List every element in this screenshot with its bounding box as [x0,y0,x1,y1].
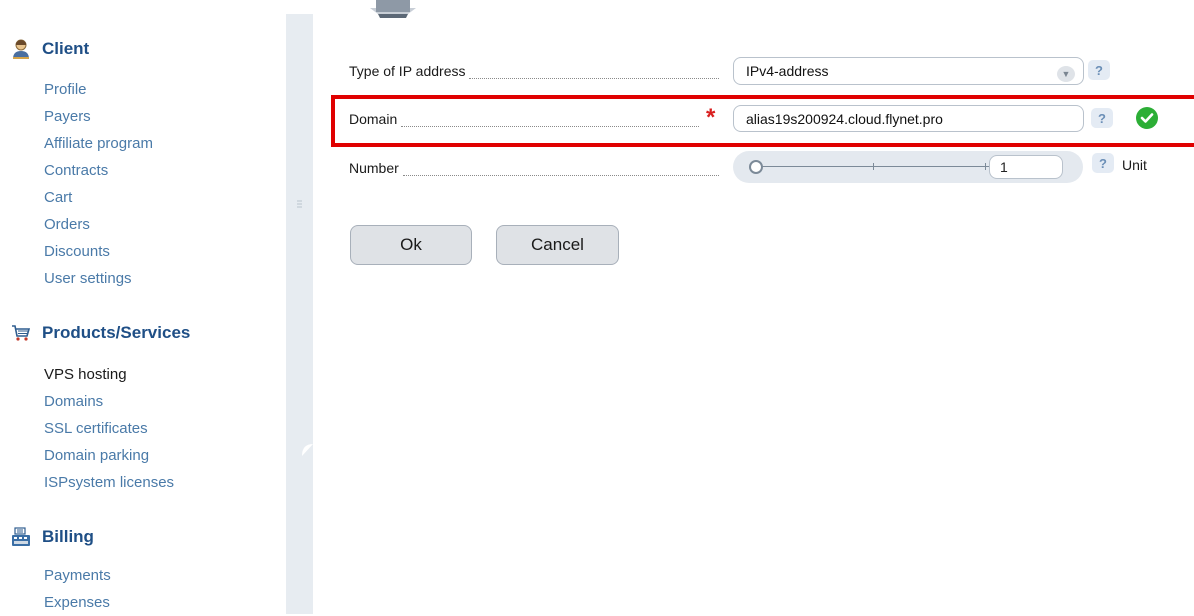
sidebar-item-user-settings[interactable]: User settings [44,265,153,292]
sidebar-item-contracts[interactable]: Contracts [44,157,153,184]
sidebar-item-discounts[interactable]: Discounts [44,238,153,265]
sidebar-item-expenses[interactable]: Expenses [44,589,111,616]
domain-value: alias19s200924.cloud.flynet.pro [746,110,943,127]
sidebar-item-vps-hosting[interactable]: VPS hosting [44,361,174,388]
slider-handle[interactable] [749,160,763,174]
cart-icon [10,322,32,344]
ip-type-value: IPv4-address [746,63,829,79]
sidebar-item-cart[interactable]: Cart [44,184,153,211]
cash-register-icon [10,526,32,548]
chevron-down-icon[interactable]: ▼ [1057,66,1075,82]
section-client: Client [10,38,89,60]
number-value: 1 [1000,159,1008,175]
sidebar-item-affiliate-program[interactable]: Affiliate program [44,130,153,157]
sidebar-item-ssl-certificates[interactable]: SSL certificates [44,415,174,442]
number-input[interactable]: 1 [989,155,1063,179]
required-asterisk: * [706,104,716,131]
sidebar-item-payments[interactable]: Payments [44,562,111,589]
ip-type-select[interactable]: IPv4-address ▼ [733,57,1084,85]
unit-label: Unit [1122,157,1147,173]
sidebar-item-domain-parking[interactable]: Domain parking [44,442,174,469]
panel-splitter[interactable] [286,14,313,614]
sidebar-item-profile[interactable]: Profile [44,76,153,103]
help-icon-ip-type[interactable]: ? [1088,60,1110,80]
domain-input[interactable]: alias19s200924.cloud.flynet.pro [733,105,1084,132]
client-icon [10,38,32,60]
ip-type-label: Type of IP address [349,63,719,79]
billing-menu: Payments Expenses [44,562,111,616]
valid-check-icon [1136,107,1158,129]
server-icon [370,0,416,18]
sidebar-item-orders[interactable]: Orders [44,211,153,238]
number-slider[interactable]: 1 [733,151,1083,183]
section-billing: Billing [10,526,94,548]
products-menu: VPS hosting Domains SSL certificates Dom… [44,361,174,496]
help-icon-domain[interactable]: ? [1091,108,1113,128]
cancel-button[interactable]: Cancel [496,225,619,265]
sidebar-item-payers[interactable]: Payers [44,103,153,130]
sidebar: Client Profile Payers Affiliate program … [0,0,286,614]
help-icon-number[interactable]: ? [1092,153,1114,173]
sidebar-item-domains[interactable]: Domains [44,388,174,415]
sidebar-item-ispsystem-licenses[interactable]: ISPsystem licenses [44,469,174,496]
section-products: Products/Services [10,322,190,344]
section-title-client: Client [42,39,90,58]
client-menu: Profile Payers Affiliate program Contrac… [44,76,153,292]
ok-button[interactable]: Ok [350,225,472,265]
section-title-products: Products/Services [42,323,191,342]
number-label: Number [349,160,719,176]
section-title-billing: Billing [42,527,94,546]
domain-label: Domain [349,111,699,127]
